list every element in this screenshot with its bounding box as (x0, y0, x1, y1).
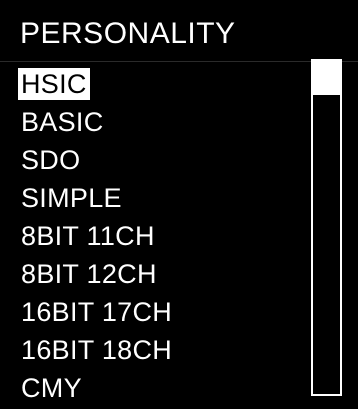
menu-item-hsic[interactable]: HSIC (18, 65, 298, 103)
menu-item-label: HSIC (18, 68, 90, 100)
menu-item-label: 16BIT 18CH (21, 335, 173, 365)
menu-item-16bit-18ch[interactable]: 16BIT 18CH (18, 331, 298, 369)
menu-item-label: 8BIT 12CH (21, 259, 157, 289)
menu-item-16bit-17ch[interactable]: 16BIT 17CH (18, 293, 298, 331)
menu-item-label: SIMPLE (21, 183, 122, 213)
menu-item-8bit-11ch[interactable]: 8BIT 11CH (18, 217, 298, 255)
menu-item-label: CMY (21, 373, 82, 403)
title-divider (0, 61, 358, 62)
menu-item-label: SDO (21, 145, 81, 175)
menu-item-sdo[interactable]: SDO (18, 141, 298, 179)
scrollbar[interactable] (311, 59, 342, 396)
device-display: PERSONALITY HSIC BASIC SDO SIMPLE 8BIT 1… (0, 0, 358, 409)
menu-item-label: 16BIT 17CH (21, 297, 173, 327)
scrollbar-thumb[interactable] (313, 61, 340, 95)
page-title: PERSONALITY (20, 17, 236, 50)
menu-item-cmy[interactable]: CMY (18, 369, 298, 407)
menu-item-8bit-12ch[interactable]: 8BIT 12CH (18, 255, 298, 293)
menu-item-label: BASIC (21, 107, 104, 137)
menu-item-simple[interactable]: SIMPLE (18, 179, 298, 217)
menu-item-label: 8BIT 11CH (21, 221, 155, 251)
personality-list: HSIC BASIC SDO SIMPLE 8BIT 11CH 8BIT 12C… (18, 65, 298, 407)
menu-item-basic[interactable]: BASIC (18, 103, 298, 141)
